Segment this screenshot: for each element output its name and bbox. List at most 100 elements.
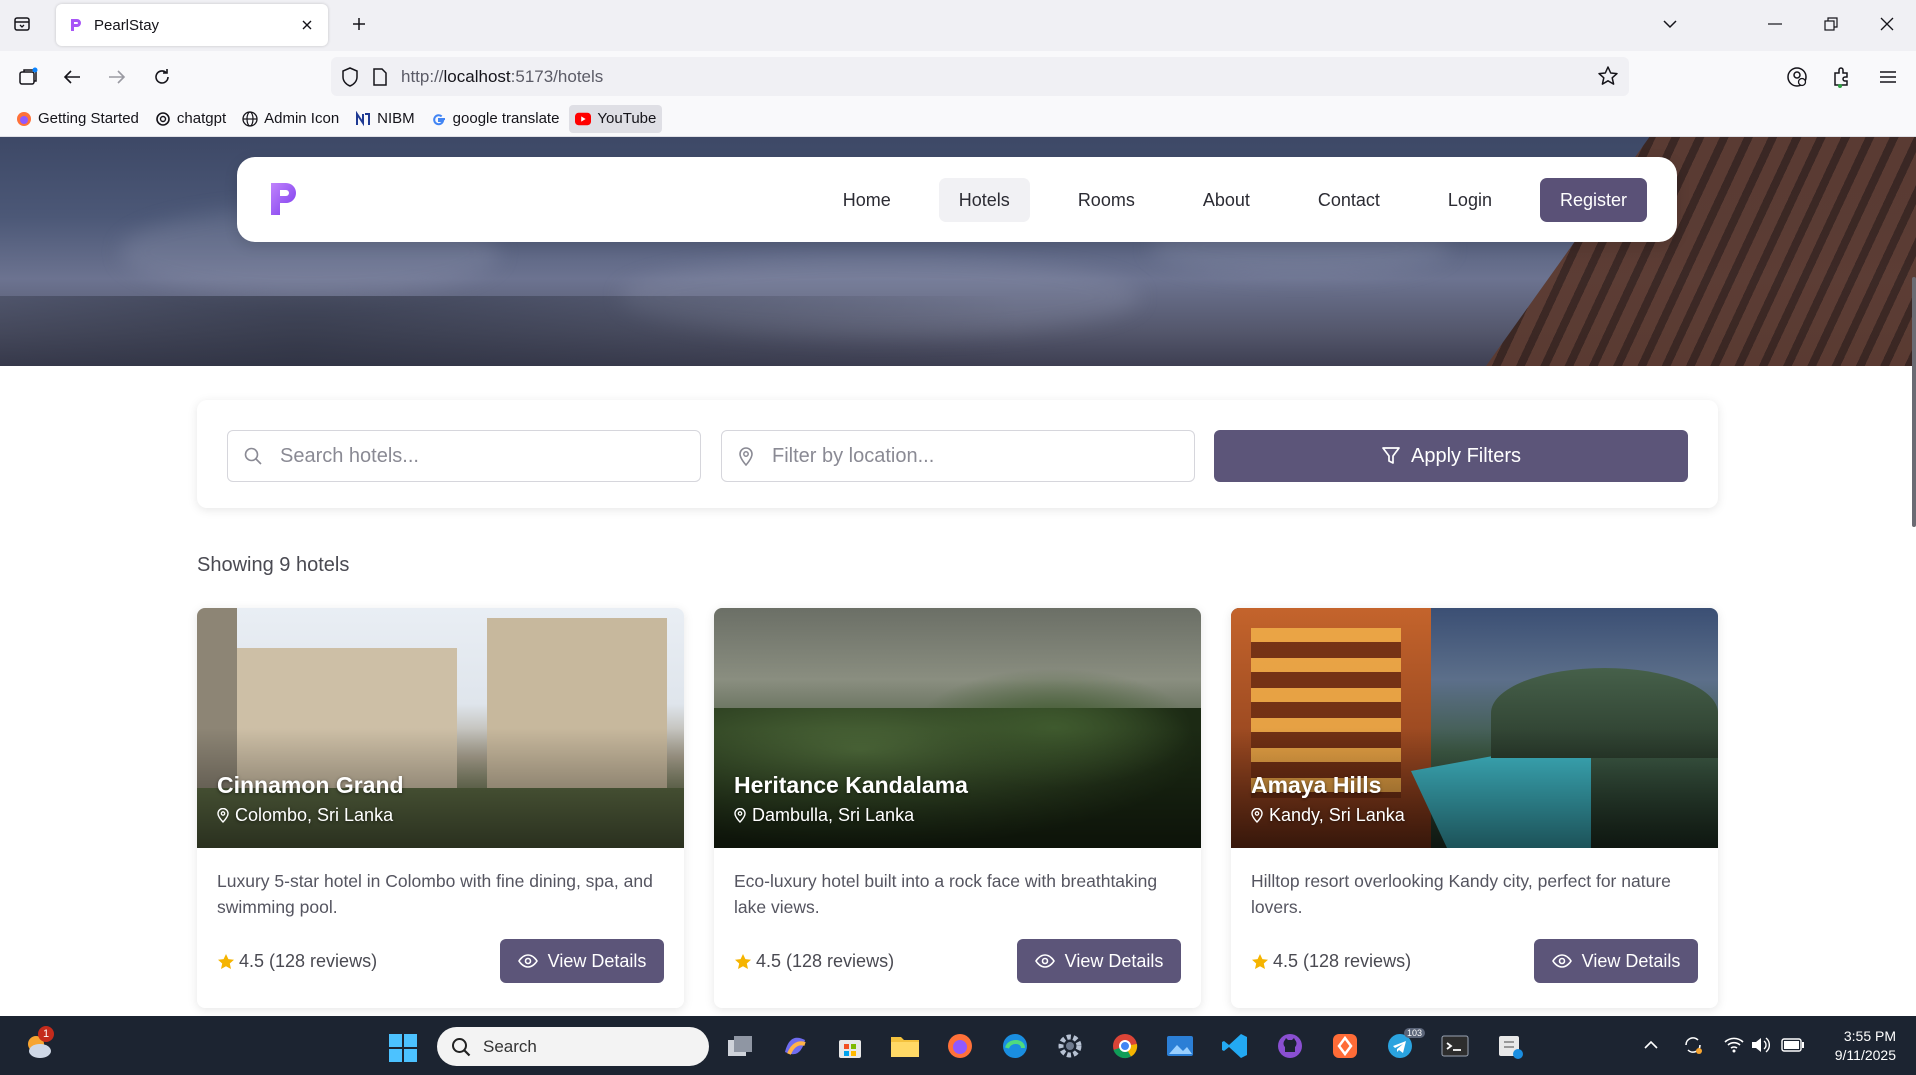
firefox-icon[interactable] (944, 1030, 976, 1062)
bookmark-admin-icon[interactable]: Admin Icon (236, 105, 345, 133)
windows-taskbar: 1 Search 103 3:55 PM 9/11/2025 (0, 1016, 1916, 1075)
chrome-icon[interactable] (1109, 1030, 1141, 1062)
extensions-icon[interactable] (1828, 63, 1856, 91)
page-info-icon[interactable] (373, 67, 387, 86)
nav-login[interactable]: Login (1428, 178, 1512, 222)
apply-filters-label: Apply Filters (1410, 444, 1522, 467)
bookmark-getting-started[interactable]: Getting Started (10, 105, 145, 133)
github-desktop-icon[interactable] (1274, 1030, 1306, 1062)
restore-icon[interactable] (1818, 12, 1844, 36)
page-scrollbar[interactable] (1911, 137, 1916, 1016)
address-bar[interactable]: http://localhost:5173/hotels (331, 57, 1629, 96)
bookmark-label: NIBM (377, 110, 415, 127)
browser-tab-bar: PearlStay (0, 0, 1916, 51)
nav-contact[interactable]: Contact (1298, 178, 1400, 222)
sync-icon[interactable] (1680, 1032, 1706, 1058)
active-tab[interactable]: PearlStay (56, 4, 328, 46)
reload-icon[interactable] (148, 63, 176, 91)
notification-badge: 1 (38, 1026, 54, 1042)
hotel-name: Cinnamon Grand (217, 772, 404, 798)
volume-icon[interactable] (1747, 1032, 1773, 1058)
sidebar-toggle-icon[interactable] (14, 63, 42, 91)
tab-overflow-chevron-icon[interactable] (1657, 12, 1683, 36)
apply-filters-button[interactable]: Apply Filters (1214, 430, 1688, 482)
nav-about[interactable]: About (1183, 178, 1270, 222)
bookmarks-toolbar: Getting Started chatgpt Admin Icon NIBM … (0, 101, 1916, 137)
hotel-rating-text: 4.5 (128 reviews) (1273, 951, 1412, 971)
location-input[interactable]: Filter by location... (721, 430, 1195, 482)
taskbar-search-label: Search (483, 1036, 537, 1056)
account-icon[interactable] (1783, 63, 1811, 91)
windows-start-icon[interactable] (388, 1033, 418, 1063)
view-details-label: View Details (547, 950, 647, 971)
vscode-icon[interactable] (1219, 1030, 1251, 1062)
close-tab-icon[interactable] (298, 16, 316, 34)
back-icon[interactable] (58, 63, 86, 91)
terminal-icon[interactable] (1439, 1030, 1471, 1062)
bookmark-label: Getting Started (38, 110, 139, 127)
battery-icon[interactable] (1780, 1032, 1806, 1058)
nav-home[interactable]: Home (823, 178, 911, 222)
hotel-location: Colombo, Sri Lanka (217, 805, 393, 826)
nibm-icon (355, 110, 371, 127)
view-details-label: View Details (1064, 950, 1164, 971)
nav-rooms[interactable]: Rooms (1058, 178, 1155, 222)
view-details-button[interactable]: View Details (500, 939, 664, 983)
nav-hotels[interactable]: Hotels (938, 178, 1030, 222)
register-button[interactable]: Register (1539, 178, 1647, 222)
hotel-rating-text: 4.5 (128 reviews) (239, 951, 378, 971)
tab-title: PearlStay (94, 16, 160, 34)
tab-list-icon[interactable] (10, 12, 34, 36)
new-tab-icon[interactable] (348, 13, 370, 35)
map-pin-icon (738, 446, 754, 466)
bookmark-youtube[interactable]: YouTube (569, 104, 663, 133)
youtube-icon (575, 111, 592, 127)
hotel-location-text: Kandy, Sri Lanka (1269, 805, 1405, 825)
task-view-icon[interactable] (724, 1030, 756, 1062)
star-icon (1251, 953, 1269, 971)
pearlstay-logo-icon[interactable] (269, 181, 301, 217)
show-hidden-icons-chevron-icon[interactable] (1638, 1032, 1664, 1058)
hotel-rating: 4.5 (128 reviews) (217, 951, 377, 972)
bookmark-google-translate[interactable]: google translate (425, 105, 566, 133)
filter-icon (1381, 446, 1401, 466)
eye-icon (517, 954, 538, 968)
bookmark-star-icon[interactable] (1597, 65, 1619, 87)
settings-gear-icon[interactable] (1054, 1030, 1086, 1062)
hotel-card: Heritance Kandalama Dambulla, Sri Lanka … (714, 608, 1201, 1008)
hotel-card: Amaya Hills Kandy, Sri Lanka Hilltop res… (1231, 608, 1718, 1008)
bookmark-nibm[interactable]: NIBM (349, 105, 421, 133)
star-icon (734, 953, 752, 971)
view-details-label: View Details (1581, 950, 1681, 971)
hotel-description: Hilltop resort overlooking Kandy city, p… (1251, 871, 1671, 917)
view-details-button[interactable]: View Details (1534, 939, 1698, 983)
wifi-icon[interactable] (1721, 1032, 1747, 1058)
url-path: :5173/hotels (510, 66, 604, 86)
microsoft-store-icon[interactable] (834, 1030, 866, 1062)
taskbar-search[interactable]: Search (437, 1027, 709, 1066)
filter-panel: Search hotels... Filter by location... A… (197, 400, 1718, 508)
snipping-tool-icon[interactable] (1494, 1030, 1526, 1062)
forward-icon[interactable] (103, 63, 131, 91)
system-clock[interactable]: 3:55 PM 9/11/2025 (1835, 1027, 1896, 1065)
file-explorer-icon[interactable] (889, 1030, 921, 1062)
location-placeholder: Filter by location... (772, 444, 935, 467)
minimize-icon[interactable] (1762, 12, 1788, 36)
site-navbar: Home Hotels Rooms About Contact Login Re… (237, 157, 1677, 242)
map-pin-icon (734, 808, 746, 823)
close-window-icon[interactable] (1874, 12, 1900, 36)
edge-icon[interactable] (999, 1030, 1031, 1062)
view-details-button[interactable]: View Details (1017, 939, 1181, 983)
search-input[interactable]: Search hotels... (227, 430, 701, 482)
bookmark-chatgpt[interactable]: chatgpt (149, 105, 232, 133)
hotel-rating: 4.5 (128 reviews) (734, 951, 894, 972)
photos-icon[interactable] (1164, 1030, 1196, 1062)
postman-icon[interactable] (1329, 1030, 1361, 1062)
tracking-shield-icon[interactable] (341, 66, 359, 87)
copilot-icon[interactable] (779, 1030, 811, 1062)
scrollbar-thumb[interactable] (1912, 277, 1916, 527)
hotel-rating-text: 4.5 (128 reviews) (756, 951, 895, 971)
hotel-card: Cinnamon Grand Colombo, Sri Lanka Luxury… (197, 608, 684, 1008)
hotel-location: Dambulla, Sri Lanka (734, 805, 914, 826)
menu-icon[interactable] (1874, 63, 1902, 91)
